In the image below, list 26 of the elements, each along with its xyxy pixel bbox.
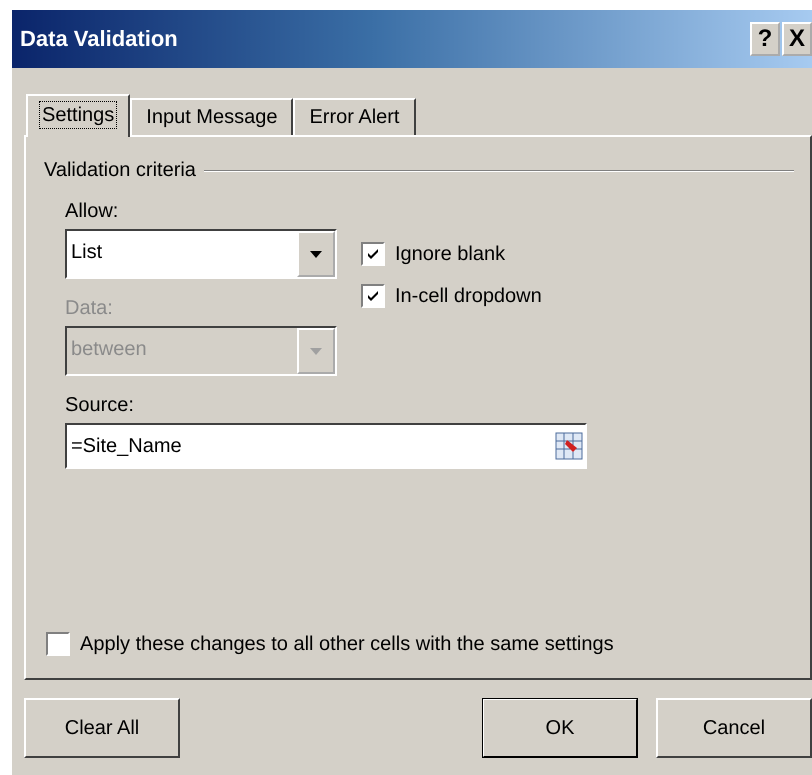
tab[interactable]: Input Message <box>130 98 294 135</box>
dropdown-arrow-icon <box>310 348 322 354</box>
checkbox[interactable] <box>46 632 70 656</box>
checkbox[interactable] <box>361 284 385 308</box>
checkbox[interactable] <box>361 242 385 266</box>
dialog-button[interactable]: Cancel <box>656 698 812 758</box>
checkbox-label: Apply these changes to all other cells with the same settings <box>80 632 614 656</box>
window-title: Data Validation <box>20 26 179 52</box>
title-bar-button[interactable]: ? <box>750 22 780 56</box>
field-label: Data: <box>65 297 114 320</box>
tab[interactable]: Error Alert <box>293 98 416 135</box>
range-select-icon[interactable] <box>555 432 583 460</box>
title-bar-button[interactable]: X <box>782 22 812 56</box>
dialog-button[interactable]: OK <box>482 698 638 758</box>
dialog-button[interactable]: Clear All <box>24 698 180 758</box>
field-label: Allow: <box>65 200 120 223</box>
checkbox-label: Ignore blank <box>395 242 506 266</box>
tab[interactable]: Settings <box>26 94 130 137</box>
checkmark-icon <box>367 248 379 260</box>
checkmark-icon <box>367 290 379 302</box>
checkbox-label: In-cell dropdown <box>395 284 542 308</box>
group-title: Validation criteria <box>44 159 196 182</box>
dropdown-arrow-icon <box>310 250 322 258</box>
field-label: Source: <box>65 394 135 417</box>
dropdown[interactable]: List <box>65 229 337 279</box>
source-field[interactable]: =Site_Name <box>65 423 587 469</box>
